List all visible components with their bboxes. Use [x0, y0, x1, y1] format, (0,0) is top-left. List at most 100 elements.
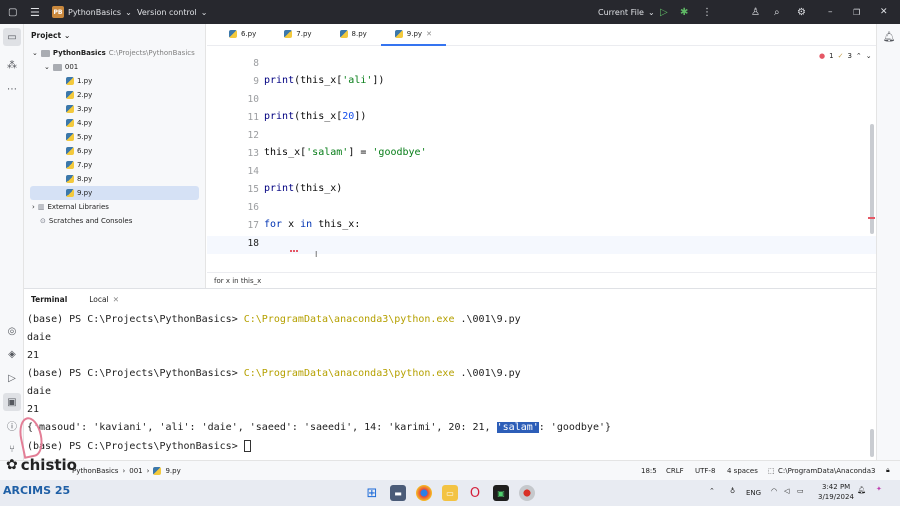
project-panel-header[interactable]: Project ⌄: [24, 24, 205, 46]
opera-icon[interactable]: O: [467, 485, 483, 501]
pycharm-icon[interactable]: ▣: [493, 485, 509, 501]
search-icon[interactable]: ⌕: [774, 7, 780, 18]
structure-tool-icon[interactable]: ⁂: [3, 56, 21, 74]
language-indicator[interactable]: ENG: [746, 489, 761, 497]
tab-label: 7.py: [296, 30, 312, 38]
terminal-line: daie: [27, 332, 52, 343]
tree-folder-001[interactable]: ⌄ 001: [24, 60, 205, 74]
debug-icon[interactable]: ✱: [680, 7, 688, 18]
code-token: for: [264, 219, 283, 230]
maximize-icon[interactable]: ❐: [853, 8, 860, 17]
file-name: 8.py: [77, 175, 93, 183]
tab-6py[interactable]: 6.py: [215, 23, 270, 45]
battery-icon[interactable]: ▭: [797, 487, 804, 495]
chevron-right-icon: ›: [122, 466, 126, 475]
taskbar: ARCIMS 25 ⊞ ▬ ▭ O ▣ ⌃ ♁ ENG ◠ ◁ ▭ 3:42 P…: [0, 480, 900, 506]
library-icon: ▥: [37, 203, 45, 211]
chrome-dev-icon[interactable]: [519, 485, 535, 501]
tab-local[interactable]: Local ✕: [89, 295, 119, 304]
tab-8py[interactable]: 8.py: [326, 23, 381, 45]
chevron-up-icon[interactable]: ⌃: [856, 52, 862, 60]
tree-file[interactable]: 5.py: [24, 130, 205, 144]
tree-file[interactable]: 1.py: [24, 74, 205, 88]
file-name: 2.py: [77, 91, 93, 99]
main-menu-icon[interactable]: ☰: [30, 6, 40, 19]
expand-arrow-icon: ⌄: [44, 63, 50, 71]
line-separator[interactable]: CRLF: [666, 467, 684, 475]
copilot-icon[interactable]: ✦: [876, 485, 882, 493]
terminal-scrollbar[interactable]: [870, 429, 874, 457]
python-file-icon: [284, 30, 293, 38]
lock-icon[interactable]: 🔒︎: [886, 466, 890, 475]
tree-root[interactable]: ⌄ PythonBasics C:\Projects\PythonBasics: [24, 46, 205, 60]
clock-time[interactable]: 3:42 PM: [822, 483, 850, 491]
terminal-panel: Terminal Local ✕ (base) PS C:\Projects\P…: [24, 288, 876, 460]
indent-setting[interactable]: 4 spaces: [727, 467, 758, 475]
caret-position[interactable]: 18:5: [641, 467, 657, 475]
close-tab-icon[interactable]: ✕: [426, 30, 432, 38]
desktop-app-icon[interactable]: ▬: [390, 485, 406, 501]
tree-scratches[interactable]: ⊙ Scratches and Consoles: [24, 214, 205, 228]
minimize-icon[interactable]: –: [828, 7, 833, 17]
tree-file-selected[interactable]: 9.py: [30, 186, 199, 200]
warning-count: 3: [847, 52, 852, 60]
notifications-icon[interactable]: 🔔︎: [880, 28, 898, 46]
warning-icon: ✓: [837, 52, 844, 60]
settings-icon[interactable]: ⚙: [797, 7, 806, 18]
python-file-icon: [153, 466, 162, 475]
close-icon[interactable]: ✕: [880, 7, 888, 17]
chevron-down-icon: ⌄: [200, 7, 208, 17]
project-switcher[interactable]: PB PythonBasics ⌄: [52, 6, 132, 18]
more-icon[interactable]: ⋮: [702, 7, 712, 18]
start-button[interactable]: ⊞: [364, 485, 380, 501]
project-name: PythonBasics: [68, 7, 122, 17]
chevron-down-icon[interactable]: ⌄: [866, 52, 872, 60]
notification-bell-icon[interactable]: 🔔︎: [857, 486, 866, 494]
terminal-tool-icon[interactable]: ▣: [3, 393, 21, 411]
layers-icon[interactable]: ◈: [3, 345, 21, 363]
tab-7py[interactable]: 7.py: [270, 23, 325, 45]
project-tool-icon[interactable]: ▭: [3, 28, 21, 46]
folder-icon: [40, 49, 50, 57]
code-token: 'salam': [306, 147, 349, 158]
editor-breadcrumb[interactable]: for x in this_x: [207, 272, 876, 288]
tree-file[interactable]: 8.py: [24, 172, 205, 186]
vcs-menu[interactable]: Version control ⌄: [137, 8, 207, 17]
tree-file[interactable]: 2.py: [24, 88, 205, 102]
status-bar: PythonBasics › 001 › 9.py 18:5 CRLF UTF-…: [0, 460, 900, 480]
python-file-icon: [66, 147, 74, 155]
python-packages-icon[interactable]: ◎: [3, 322, 21, 340]
line-number: 10: [247, 94, 259, 105]
run-config-select[interactable]: Current File ⌄: [598, 8, 655, 17]
clock-date[interactable]: 3/19/2024: [818, 493, 854, 501]
file-explorer-icon[interactable]: ▭: [442, 485, 458, 501]
tab-label: 8.py: [351, 30, 367, 38]
code-token: (this_x[: [294, 75, 343, 86]
add-user-icon[interactable]: ♙: [751, 7, 760, 18]
tree-file[interactable]: 6.py: [24, 144, 205, 158]
chrome-icon[interactable]: [416, 485, 432, 501]
inspection-widget[interactable]: ● 1 ✓ 3 ⌃ ⌄: [819, 52, 872, 60]
status-breadcrumb[interactable]: PythonBasics › 001 › 9.py: [72, 466, 181, 475]
tab-9py[interactable]: 9.py ✕: [380, 23, 447, 46]
run-icon[interactable]: ▷: [660, 7, 668, 18]
close-tab-icon[interactable]: ✕: [113, 295, 119, 304]
error-stripe-marker[interactable]: [868, 217, 875, 219]
chevron-up-icon[interactable]: ⌃: [709, 487, 715, 495]
python-file-icon: [66, 77, 74, 85]
tree-external-libraries[interactable]: › ▥ External Libraries: [24, 200, 205, 214]
chistio-watermark: ✿ chistio: [6, 456, 77, 474]
root-path: C:\Projects\PythonBasics: [108, 49, 195, 57]
tree-file[interactable]: 4.py: [24, 116, 205, 130]
tree-file[interactable]: 3.py: [24, 102, 205, 116]
command: C:\ProgramData\anaconda3\python.exe: [243, 314, 455, 325]
interpreter[interactable]: C:\ProgramData\Anaconda3: [778, 467, 875, 475]
dict-output-end: : 'goodbye'}: [538, 422, 612, 433]
services-icon[interactable]: ▷: [3, 369, 21, 387]
file-encoding[interactable]: UTF-8: [695, 467, 715, 475]
wifi-icon[interactable]: ◠: [771, 487, 777, 495]
terminal-tabs: Terminal Local ✕: [24, 289, 876, 309]
tree-file[interactable]: 7.py: [24, 158, 205, 172]
volume-icon[interactable]: ◁: [784, 487, 789, 495]
more-tools-icon[interactable]: ⋯: [3, 80, 21, 98]
